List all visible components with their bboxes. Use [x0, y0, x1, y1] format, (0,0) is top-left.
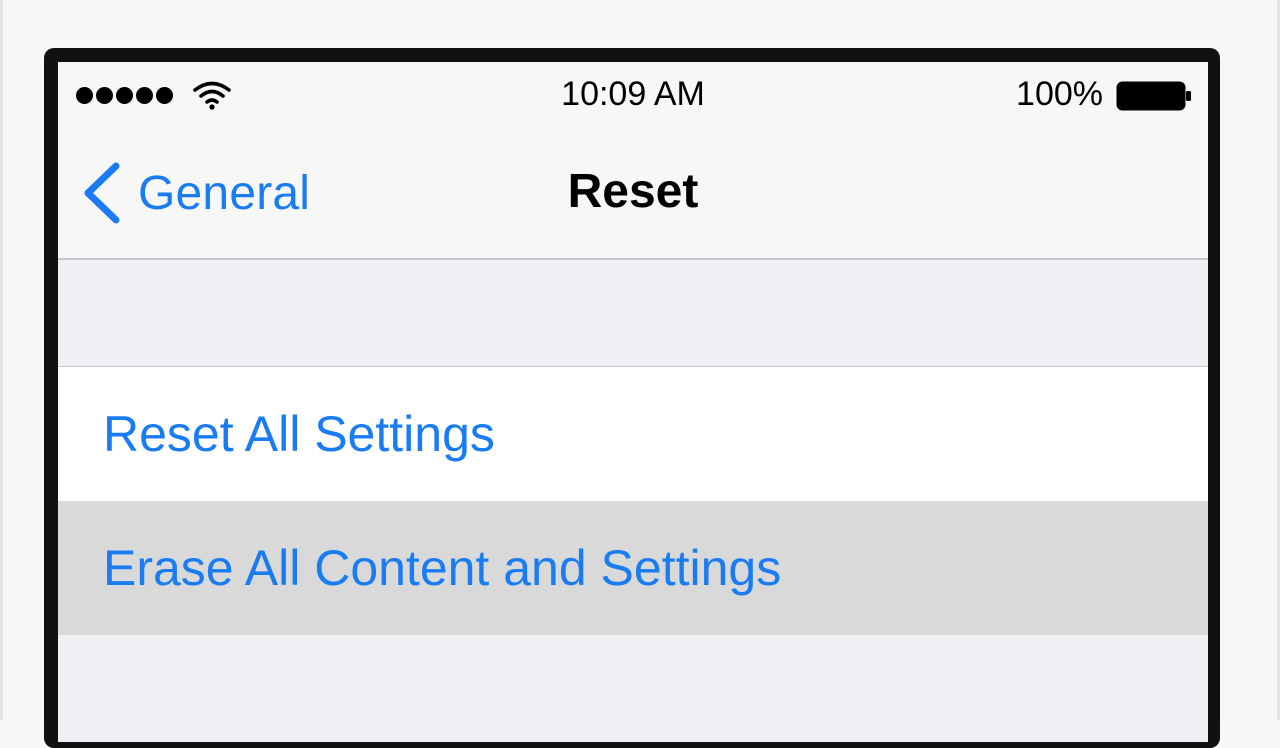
navigation-bar: General Reset — [58, 128, 1208, 260]
status-bar: 10:09 AM 100% — [58, 62, 1208, 128]
erase-all-content-row[interactable]: Erase All Content and Settings — [58, 501, 1208, 635]
battery-percentage: 100% — [1016, 75, 1103, 113]
phone-screen: 10:09 AM 100% General Reset Reset All Se… — [58, 62, 1208, 742]
row-label: Reset All Settings — [103, 406, 495, 462]
row-label: Erase All Content and Settings — [103, 540, 782, 596]
reset-all-settings-row[interactable]: Reset All Settings — [58, 367, 1208, 501]
battery-full-icon — [1116, 81, 1191, 111]
page-title: Reset — [567, 165, 699, 218]
reset-options-group: Reset All Settings Erase All Content and… — [58, 366, 1208, 635]
